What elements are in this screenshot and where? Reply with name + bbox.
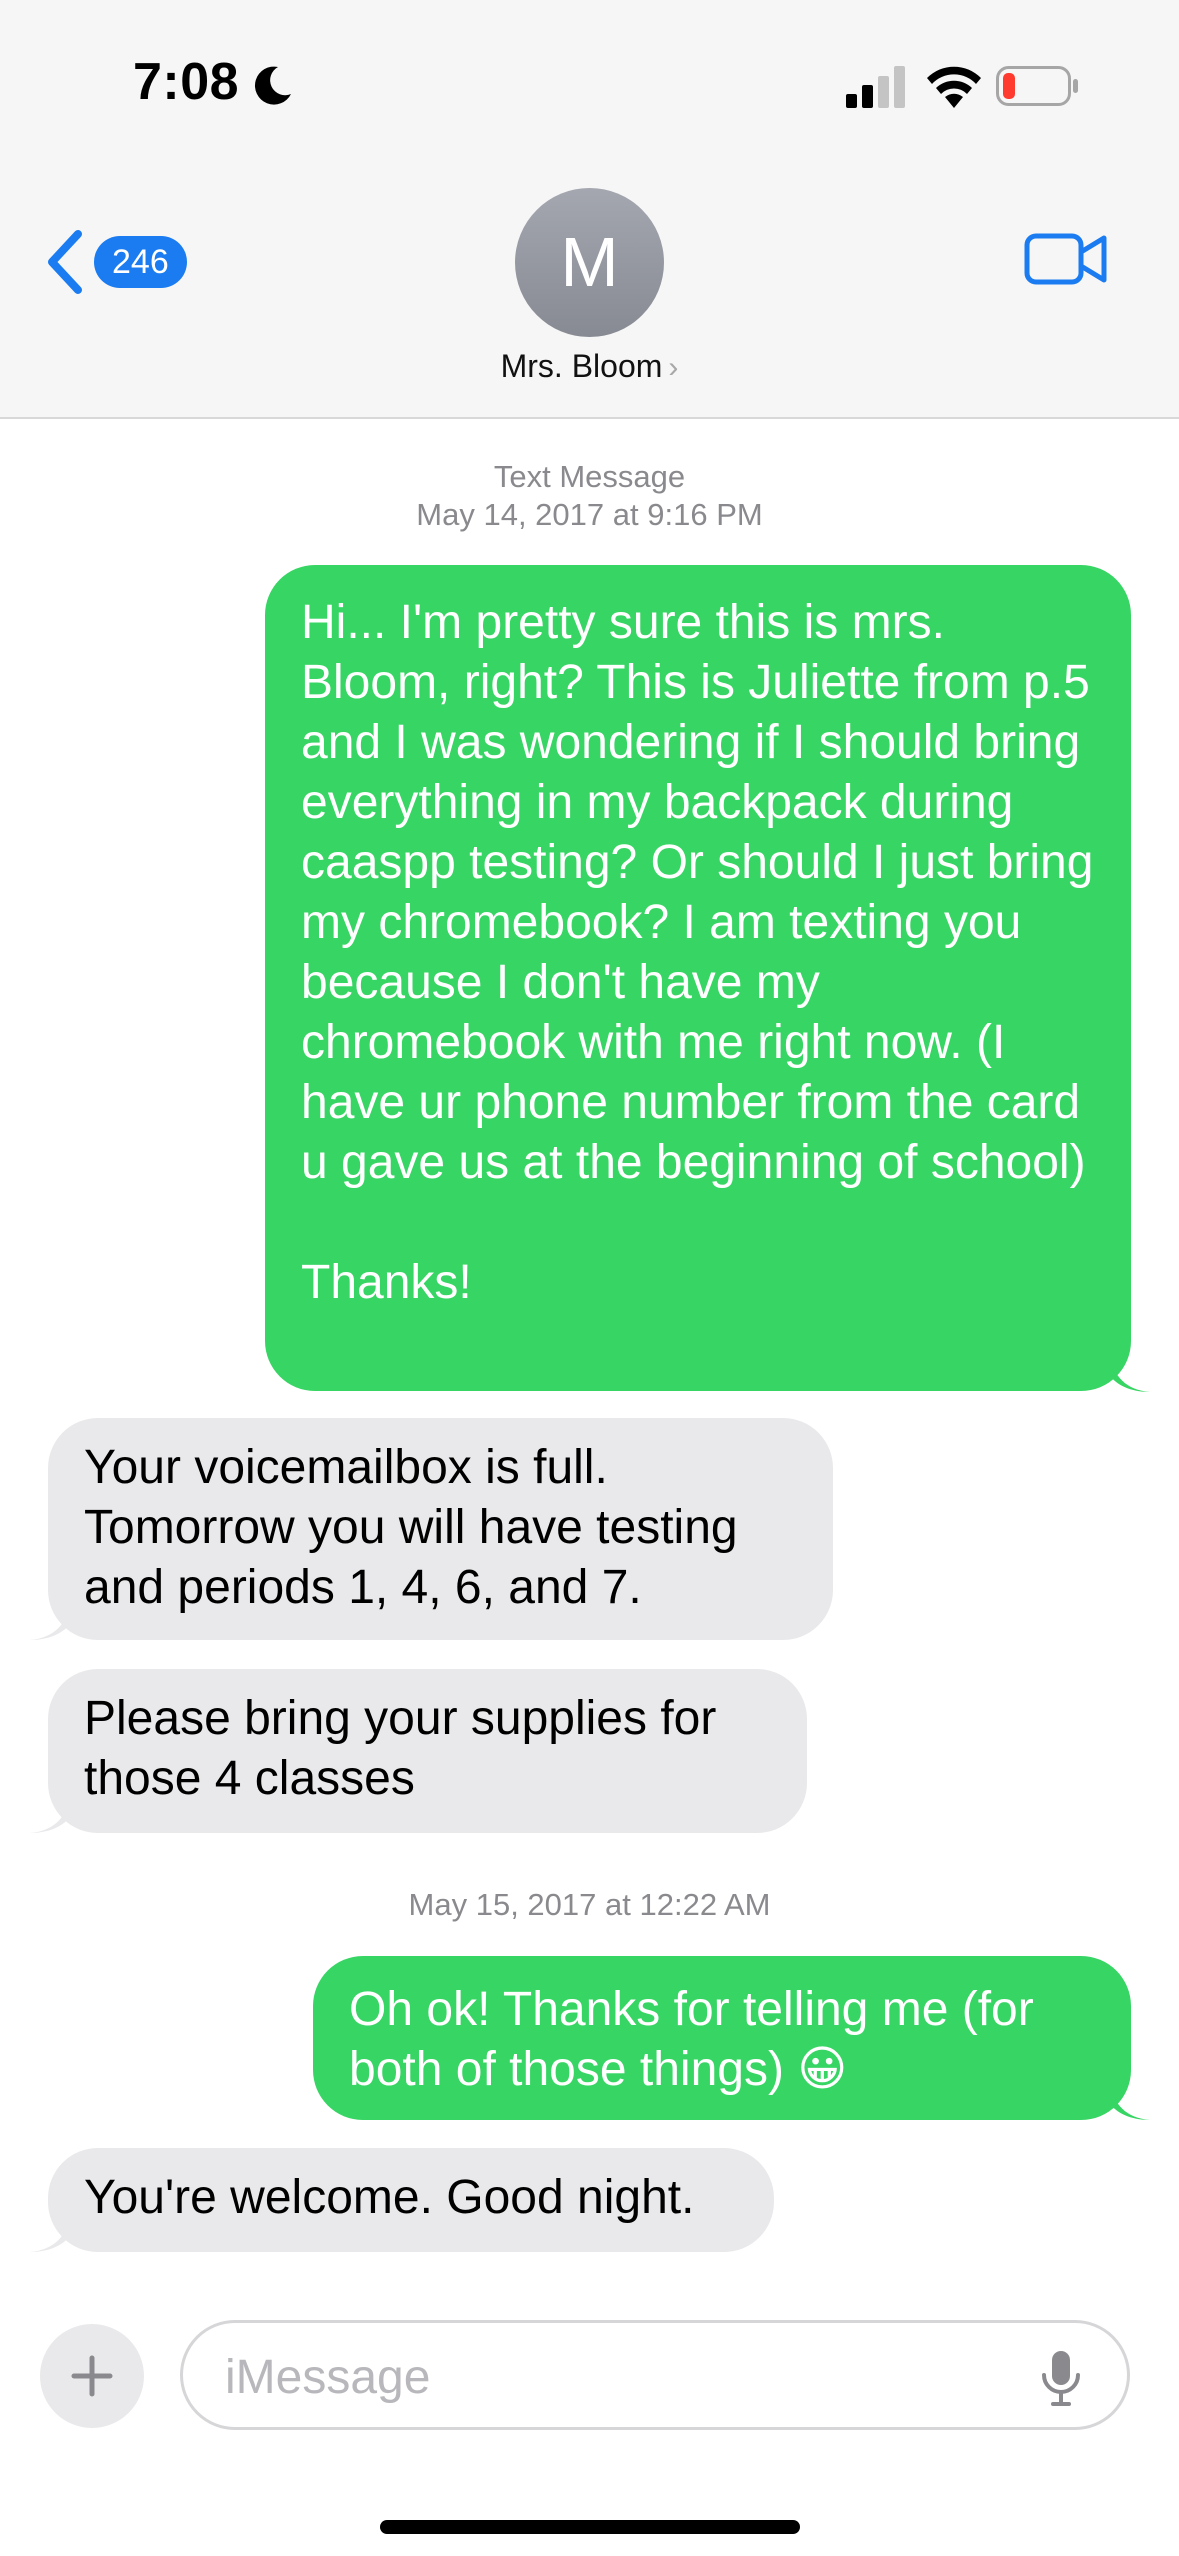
unread-count-badge: 246 [94, 236, 187, 288]
received-message-bubble[interactable]: You're welcome. Good night. [48, 2148, 774, 2252]
moon-icon [254, 66, 291, 105]
apps-plus-button[interactable] [40, 2324, 144, 2428]
received-message-bubble[interactable]: Please bring your supplies for those 4 c… [48, 1669, 807, 1833]
timestamp-date: May 14, 2017 [416, 497, 605, 532]
chevron-right-icon: › [668, 351, 679, 384]
timestamp-time: at 12:22 AM [605, 1887, 771, 1922]
timestamp-header: May 15, 2017 at 12:22 AM [0, 1886, 1179, 1924]
bubble-tail [30, 1600, 70, 1640]
timestamp-header: Text Message May 14, 2017 at 9:16 PM [0, 458, 1179, 534]
contact-name: Mrs. Bloom [500, 348, 663, 384]
bubble-tail [30, 1793, 70, 1833]
status-time: 7:08 [133, 53, 240, 111]
bubble-tail [30, 2212, 70, 2252]
cellular-signal-icon [846, 66, 905, 108]
message-input-container[interactable] [180, 2320, 1130, 2430]
battery-low-icon [996, 66, 1078, 106]
conversation-header: 246 M Mrs. Bloom › [0, 170, 1179, 419]
sent-message-bubble[interactable]: Hi... I'm pretty sure this is mrs. Bloom… [265, 565, 1131, 1391]
message-type-label: Text Message [493, 459, 686, 494]
bubble-tail [1110, 2080, 1150, 2120]
message-input[interactable] [223, 2341, 1007, 2413]
timestamp-date: May 15, 2017 [408, 1887, 597, 1922]
contact-name-button[interactable]: Mrs. Bloom › [0, 348, 1179, 385]
home-indicator[interactable] [380, 2520, 800, 2534]
timestamp-time: at 9:16 PM [612, 497, 763, 532]
status-bar: 7:08 [0, 0, 1179, 170]
microphone-icon[interactable] [1041, 2349, 1081, 2407]
chevron-left-icon [48, 230, 82, 294]
bubble-tail [1110, 1352, 1150, 1392]
plus-icon [71, 2355, 113, 2397]
wifi-icon [927, 66, 981, 108]
contact-avatar[interactable]: M [515, 188, 664, 337]
video-camera-icon[interactable] [1024, 230, 1108, 288]
received-message-bubble[interactable]: Your voicemailbox is full. Tomorrow you … [48, 1418, 833, 1640]
message-composer [0, 2300, 1179, 2556]
sent-message-bubble[interactable]: Oh ok! Thanks for telling me (for both o… [313, 1956, 1131, 2120]
back-button[interactable]: 246 [44, 224, 194, 296]
